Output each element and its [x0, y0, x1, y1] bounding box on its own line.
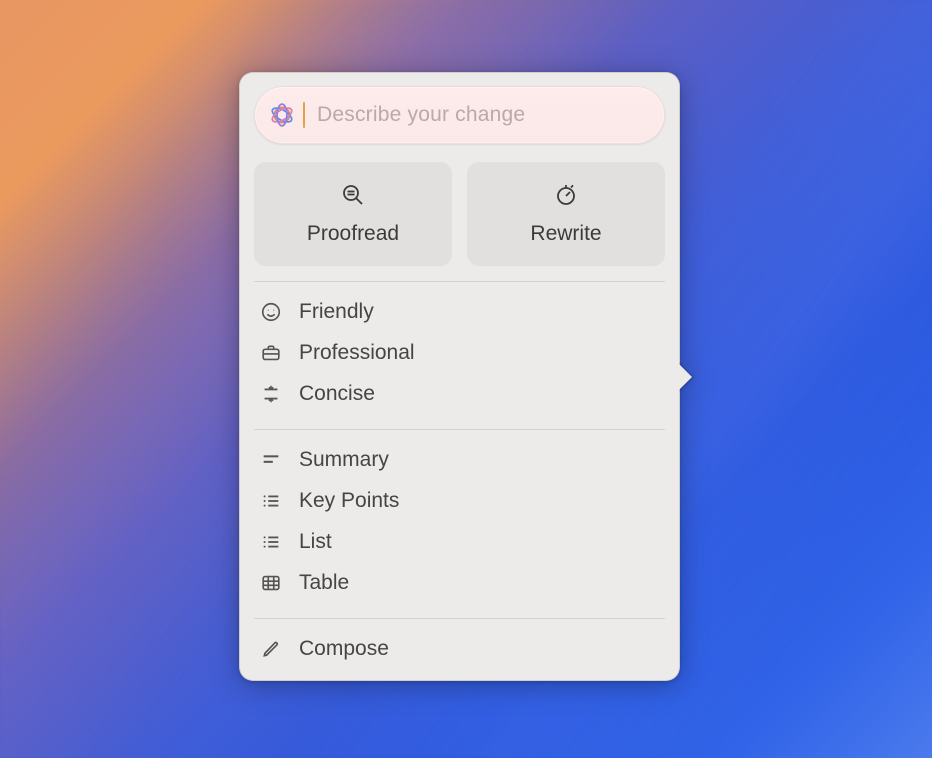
proofread-label: Proofread: [307, 222, 399, 246]
menu-label: Professional: [299, 341, 415, 365]
divider: [254, 281, 665, 282]
apple-intelligence-icon: [269, 102, 295, 128]
pencil-icon: [259, 637, 283, 661]
popover-body: Describe your change Proofread: [239, 72, 680, 681]
rewrite-button[interactable]: Rewrite: [467, 162, 665, 266]
menu-label: Summary: [299, 448, 389, 472]
describe-change-input[interactable]: Describe your change: [254, 86, 665, 144]
rewrite-label: Rewrite: [530, 222, 601, 246]
divider: [254, 429, 665, 430]
menu-label: Key Points: [299, 489, 399, 513]
menu-item-keypoints[interactable]: Key Points: [254, 480, 665, 521]
menu-label: Table: [299, 571, 349, 595]
menu-item-concise[interactable]: Concise: [254, 373, 665, 414]
menu-item-compose[interactable]: Compose: [254, 628, 665, 669]
menu-item-friendly[interactable]: Friendly: [254, 291, 665, 332]
menu-label: Friendly: [299, 300, 374, 324]
primary-actions-row: Proofread Rewrite: [254, 162, 665, 266]
rewrite-icon: [553, 182, 579, 208]
menu-label: Compose: [299, 637, 389, 661]
menu-label: List: [299, 530, 332, 554]
menu-item-professional[interactable]: Professional: [254, 332, 665, 373]
describe-change-placeholder: Describe your change: [317, 103, 525, 127]
writing-tools-popover: Describe your change Proofread: [239, 72, 680, 681]
summary-icon: [259, 448, 283, 472]
menu-label: Concise: [299, 382, 375, 406]
bullet-list-icon: [259, 489, 283, 513]
menu-item-list[interactable]: List: [254, 521, 665, 562]
proofread-button[interactable]: Proofread: [254, 162, 452, 266]
text-cursor: [303, 102, 305, 128]
proofread-icon: [340, 182, 366, 208]
smiley-icon: [259, 300, 283, 324]
table-icon: [259, 571, 283, 595]
concise-icon: [259, 382, 283, 406]
menu-item-summary[interactable]: Summary: [254, 439, 665, 480]
numbered-list-icon: [259, 530, 283, 554]
menu-item-table[interactable]: Table: [254, 562, 665, 603]
divider: [254, 618, 665, 619]
briefcase-icon: [259, 341, 283, 365]
